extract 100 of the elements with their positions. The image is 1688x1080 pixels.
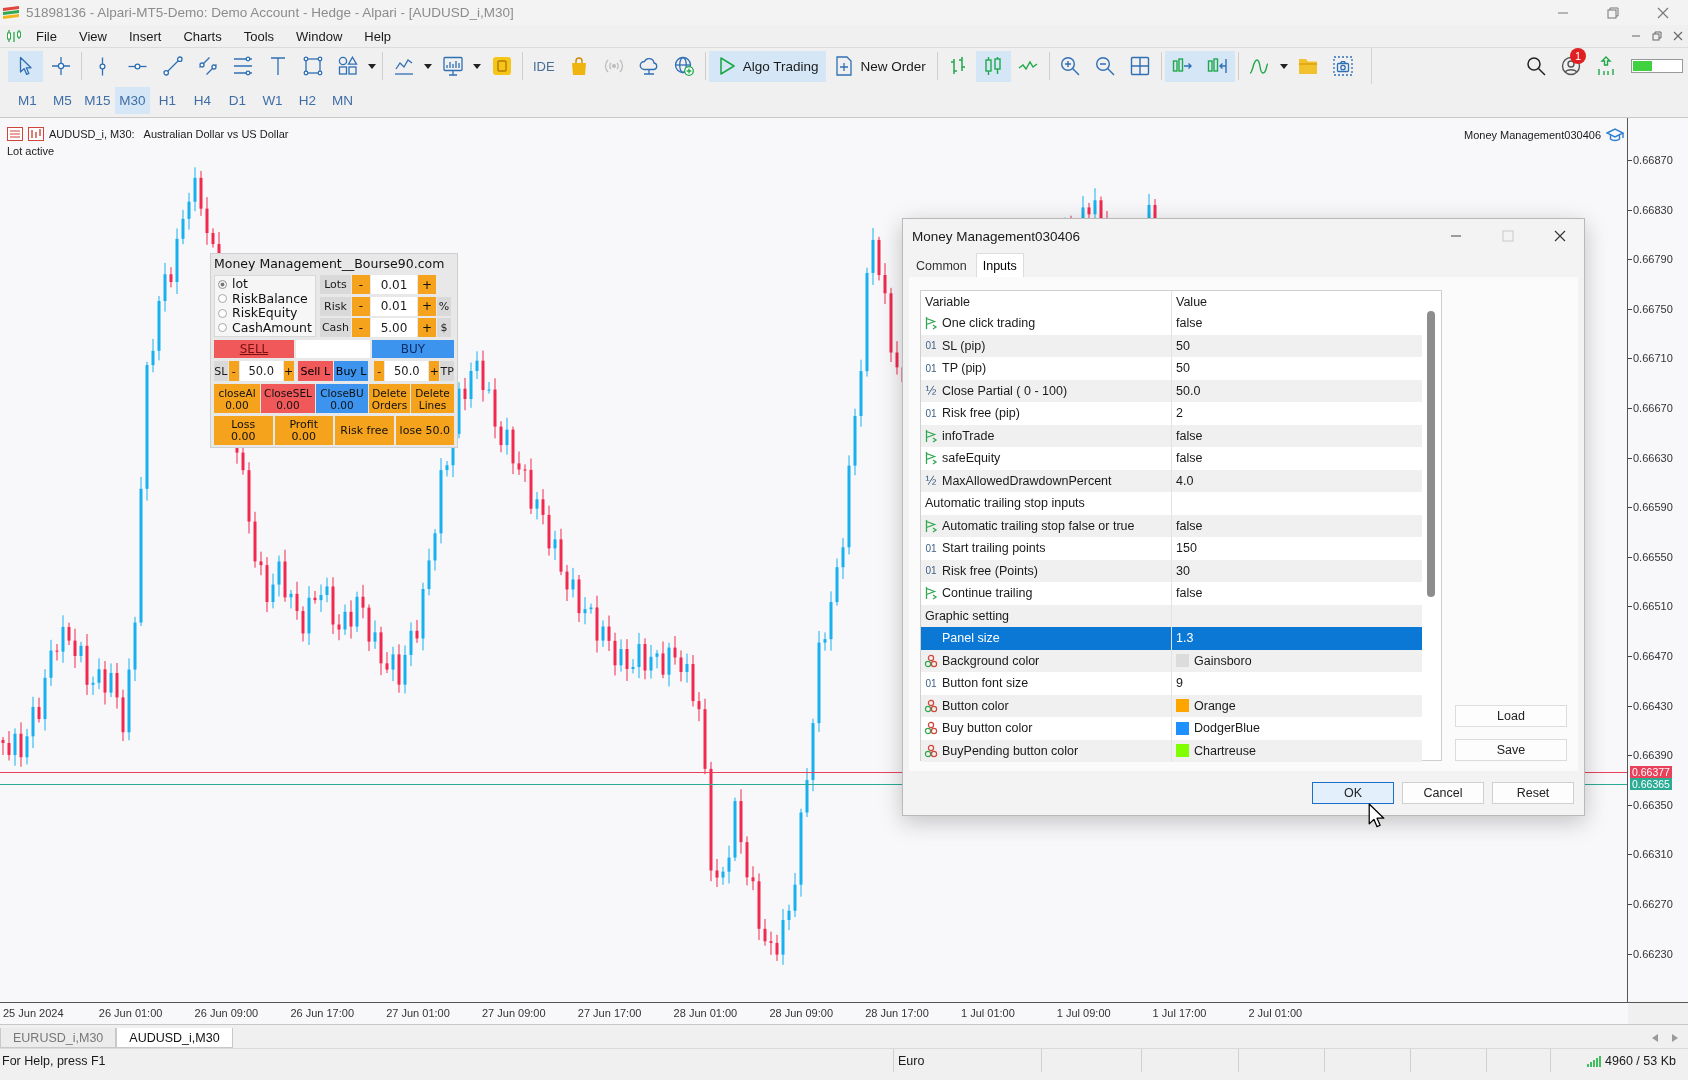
table-row[interactable]: ½ Close Partial ( 0 - 100) 50.0	[921, 379, 1422, 402]
table-row[interactable]: 01 SL (pip) 50	[921, 334, 1422, 357]
menu-item[interactable]: File	[25, 26, 68, 46]
menu-item[interactable]: Tools	[232, 26, 286, 46]
value-field[interactable]: 50.0	[385, 361, 429, 381]
decrease-button[interactable]: -	[352, 296, 370, 316]
zoom-out-icon	[1095, 56, 1116, 76]
table-row[interactable]: 01 Button font size 9	[921, 672, 1422, 695]
toolbar-button[interactable]: IDE	[526, 50, 562, 82]
mode-option[interactable]: RiskEquity	[218, 306, 312, 321]
scrollbar-thumb[interactable]	[1427, 311, 1435, 597]
timeframe-button[interactable]: D1	[220, 87, 255, 114]
timeframe-button[interactable]: M15	[80, 87, 115, 114]
scroll-left-icon[interactable]	[1652, 1034, 1658, 1042]
summary-button[interactable]: Loss 0.00	[214, 416, 273, 445]
scroll-right-icon[interactable]	[1672, 1034, 1678, 1042]
toolbar-button[interactable]	[975, 50, 1011, 82]
table-row[interactable]: 01 TP (pip) 50	[921, 357, 1422, 380]
table-row[interactable]: BuyPending button color Chartreuse	[921, 739, 1422, 762]
increase-button[interactable]: +	[418, 318, 436, 337]
timeframe-button[interactable]: M1	[10, 87, 45, 114]
new-order-button[interactable]: New Order	[826, 50, 934, 82]
summary-button[interactable]: Profit 0.00	[274, 416, 333, 445]
side-button[interactable]: Save	[1455, 739, 1567, 761]
table-row[interactable]: ½ MaxAllowedDrawdownPercent 4.0	[921, 469, 1422, 492]
menu-item[interactable]: View	[67, 26, 118, 46]
close-button[interactable]: Delete Orders	[369, 384, 410, 413]
close-button[interactable]: Delete Lines	[411, 384, 454, 413]
table-row[interactable]: Continue trailing false	[921, 582, 1422, 605]
decrease-button[interactable]: -	[228, 361, 239, 381]
buy-button[interactable]: BUY	[372, 340, 454, 358]
table-row[interactable]: safeEquity false	[921, 447, 1422, 470]
mode-option[interactable]: RiskBalance	[218, 291, 312, 306]
decrease-button[interactable]: -	[352, 318, 370, 337]
close-button[interactable]: CloseSEL 0.00	[261, 384, 315, 413]
chart-tab[interactable]: AUDUSD_i,M30	[116, 1028, 233, 1048]
timeframe-button[interactable]: H4	[185, 87, 220, 114]
timeframe-button[interactable]: M5	[45, 87, 80, 114]
mode-option[interactable]: CashAmount	[218, 320, 312, 335]
dialog-button[interactable]: Cancel	[1402, 782, 1484, 804]
mode-option[interactable]: lot	[218, 277, 312, 291]
table-row[interactable]: Automatic trailing stop false or true false	[921, 514, 1422, 537]
close-button[interactable]: CloseBU 0.00	[316, 384, 368, 413]
toolbar-button[interactable]	[8, 50, 43, 82]
table-row[interactable]: Button color Orange	[921, 694, 1422, 717]
side-button[interactable]: Load	[1455, 705, 1567, 727]
increase-button[interactable]: +	[418, 296, 436, 316]
search-icon[interactable]	[1526, 56, 1546, 76]
summary-button[interactable]: Risk free	[335, 416, 394, 445]
close-icon[interactable]	[1554, 230, 1566, 242]
sell-limit-button[interactable]: Sell L	[297, 361, 333, 381]
restore-icon[interactable]	[1652, 31, 1662, 41]
table-row[interactable]: Graphic setting	[921, 604, 1422, 627]
variable-name: Close Partial ( 0 - 100)	[942, 383, 1068, 398]
table-row[interactable]: 01 Risk free (Points) 30	[921, 559, 1422, 582]
toolbar-button[interactable]	[1199, 50, 1235, 82]
table-row[interactable]: Background color Gainsboro	[921, 649, 1422, 672]
toolbar-button[interactable]	[1164, 50, 1200, 82]
timeframe-button[interactable]: H2	[290, 87, 325, 114]
folder-icon	[1298, 56, 1319, 76]
increase-button[interactable]: +	[283, 361, 294, 381]
stepper-label: Risk	[320, 296, 351, 316]
table-row[interactable]: 01 Risk free (pip) 2	[921, 402, 1422, 425]
close-icon[interactable]	[1673, 31, 1683, 41]
dialog-button[interactable]: OK	[1312, 782, 1394, 804]
algo-trading-button[interactable]: Algo Trading	[708, 50, 827, 82]
value-field[interactable]: 0.01	[371, 275, 417, 294]
chart-window-icon	[6, 29, 22, 43]
menu-item[interactable]: Charts	[172, 26, 233, 46]
chart-tab[interactable]: EURUSD_i,M30	[0, 1028, 117, 1048]
variable-value: 4.0	[1176, 473, 1194, 488]
value-field[interactable]: 0.01	[371, 296, 417, 316]
increase-button[interactable]: +	[429, 361, 440, 381]
increase-button[interactable]: +	[418, 275, 436, 294]
menu-item[interactable]: Insert	[117, 26, 173, 46]
table-row[interactable]: Buy button color DodgerBlue	[921, 717, 1422, 740]
menu-item[interactable]: Window	[285, 26, 354, 46]
timeframe-button[interactable]: H1	[150, 87, 185, 114]
value-field[interactable]: 50.0	[239, 361, 283, 381]
decrease-button[interactable]: -	[352, 275, 370, 294]
table-row[interactable]: Automatic trailing stop inputs	[921, 492, 1422, 515]
timeframe-button[interactable]: W1	[255, 87, 290, 114]
table-row[interactable]: 01 Start trailing points 150	[921, 537, 1422, 560]
value-field[interactable]: 5.00	[371, 318, 417, 337]
restore-icon[interactable]	[1607, 6, 1619, 19]
table-row[interactable]: One click trading false	[921, 312, 1422, 335]
table-row[interactable]: infoTrade false	[921, 424, 1422, 447]
summary-button[interactable]: lose 50.0	[395, 416, 454, 445]
table-row[interactable]: Panel size 1.3	[921, 627, 1422, 650]
buy-limit-button[interactable]: Buy L	[334, 361, 369, 381]
timeframe-button[interactable]: MN	[325, 87, 360, 114]
decrease-button[interactable]: -	[374, 361, 385, 381]
dialog-button[interactable]: Reset	[1492, 782, 1574, 804]
signal-arrow-icon[interactable]	[1596, 56, 1616, 76]
timeframe-button[interactable]: M30	[115, 87, 150, 114]
tab[interactable]: Common	[909, 253, 974, 277]
close-button[interactable]: closeAl 0.00	[214, 384, 260, 413]
tab[interactable]: Inputs	[975, 253, 1024, 277]
menu-item[interactable]: Help	[353, 26, 403, 46]
dialog-title: Money Management030406	[912, 228, 1081, 244]
